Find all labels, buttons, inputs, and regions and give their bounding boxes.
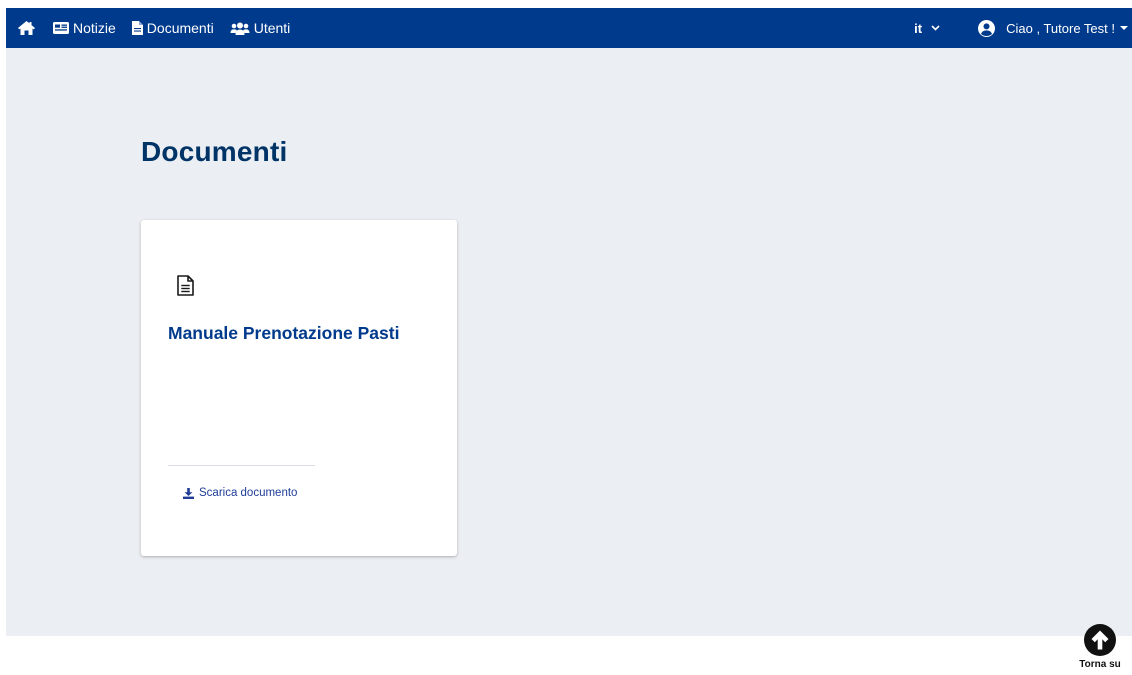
nav-item-notizie[interactable]: Notizie (53, 20, 116, 36)
language-value: it (914, 20, 923, 36)
card-divider (168, 465, 315, 466)
document-card: Manuale Prenotazione Pasti Scarica docum… (141, 220, 457, 556)
nav-item-label: Notizie (73, 20, 116, 36)
user-circle-icon (978, 19, 996, 37)
user-greeting: Ciao , Tutore Test ! (1006, 20, 1115, 36)
nav-item-label: Documenti (146, 20, 214, 36)
back-to-top-label: Torna su (1079, 659, 1121, 670)
language-selector[interactable]: it (914, 21, 940, 36)
download-label: Scarica documento (199, 487, 298, 499)
document-title: Manuale Prenotazione Pasti (168, 323, 400, 343)
user-menu[interactable]: Ciao , Tutore Test ! (978, 19, 1128, 37)
nav-menu: Notizie Documenti Utenti (6, 8, 306, 48)
caret-down-icon (1120, 26, 1128, 30)
download-document-link[interactable]: Scarica documento (183, 487, 297, 499)
download-icon (183, 487, 194, 499)
users-icon (230, 22, 250, 35)
file-icon (131, 21, 143, 35)
nav-item-documenti[interactable]: Documenti (131, 20, 214, 36)
home-icon (18, 21, 35, 35)
newspaper-icon (53, 22, 69, 34)
top-navbar: Notizie Documenti Utenti it Ciao , Tutor… (6, 8, 1132, 48)
home-button[interactable] (18, 21, 35, 35)
nav-right: it Ciao , Tutore Test ! (914, 8, 1132, 48)
nav-item-utenti[interactable]: Utenti (230, 20, 291, 36)
arrow-up-circle-icon (1084, 624, 1116, 656)
back-to-top-button[interactable]: Torna su (1070, 624, 1130, 675)
main-content: Documenti Manuale Prenotazione Pasti Sca… (6, 48, 1132, 636)
nav-item-label: Utenti (253, 20, 291, 36)
chevron-down-icon (931, 25, 940, 31)
page-title: Documenti (141, 136, 288, 167)
document-icon (177, 275, 194, 296)
